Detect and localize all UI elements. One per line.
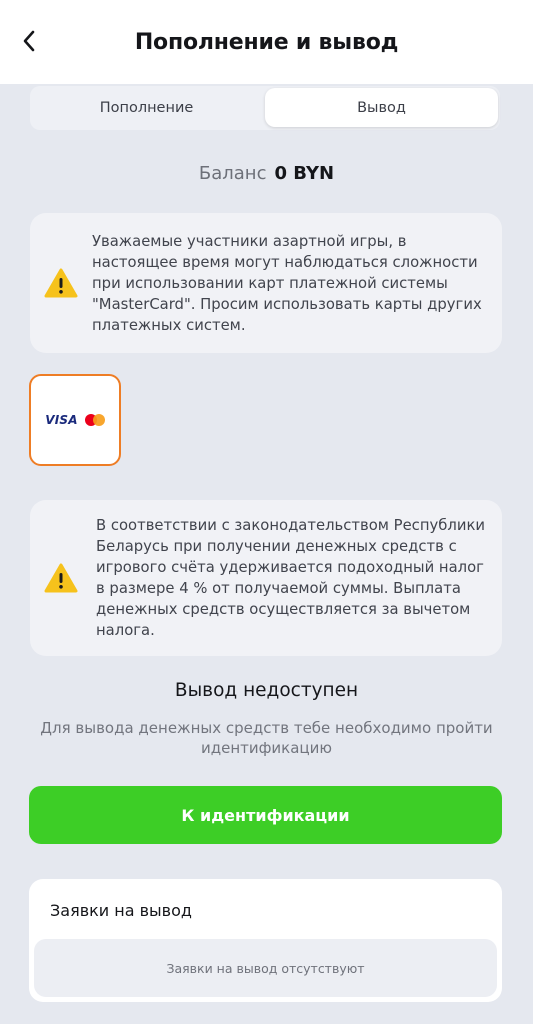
payment-method-visa-mastercard[interactable]: VISA bbox=[29, 374, 121, 466]
identification-button[interactable]: К идентификации bbox=[29, 786, 502, 844]
app-header: Пополнение и вывод bbox=[0, 0, 533, 84]
tab-withdraw[interactable]: Вывод bbox=[265, 88, 498, 127]
mastercard-notice: Уважаемые участники азартной игры, в нас… bbox=[30, 213, 502, 353]
page-title: Пополнение и вывод bbox=[134, 29, 399, 55]
warning-icon bbox=[30, 268, 92, 298]
withdraw-unavailable-title: Вывод недоступен bbox=[174, 680, 359, 701]
tax-notice: В соответствии с законодательством Респу… bbox=[30, 500, 502, 656]
withdraw-requests-panel: Заявки на вывод Заявки на вывод отсутств… bbox=[29, 879, 502, 1002]
notice-text: Уважаемые участники азартной игры, в нас… bbox=[92, 232, 482, 334]
visa-logo: VISA bbox=[45, 413, 78, 427]
tab-deposit[interactable]: Пополнение bbox=[30, 86, 263, 130]
mastercard-logo bbox=[84, 414, 105, 426]
notice-text: В соответствии с законодательством Респу… bbox=[96, 517, 486, 639]
balance-label: Баланс bbox=[198, 162, 267, 184]
withdraw-unavailable-text: Для вывода денежных средств тебе необход… bbox=[40, 719, 493, 757]
back-button[interactable] bbox=[14, 26, 44, 56]
balance-value: 0 BYN bbox=[274, 162, 335, 184]
requests-title: Заявки на вывод bbox=[50, 901, 192, 920]
warning-icon bbox=[30, 563, 92, 593]
chevron-left-icon bbox=[23, 30, 35, 52]
balance: Баланс 0 BYN bbox=[0, 158, 533, 188]
tab-switcher: Пополнение Вывод bbox=[30, 86, 500, 130]
requests-empty-state: Заявки на вывод отсутствуют bbox=[34, 939, 497, 997]
